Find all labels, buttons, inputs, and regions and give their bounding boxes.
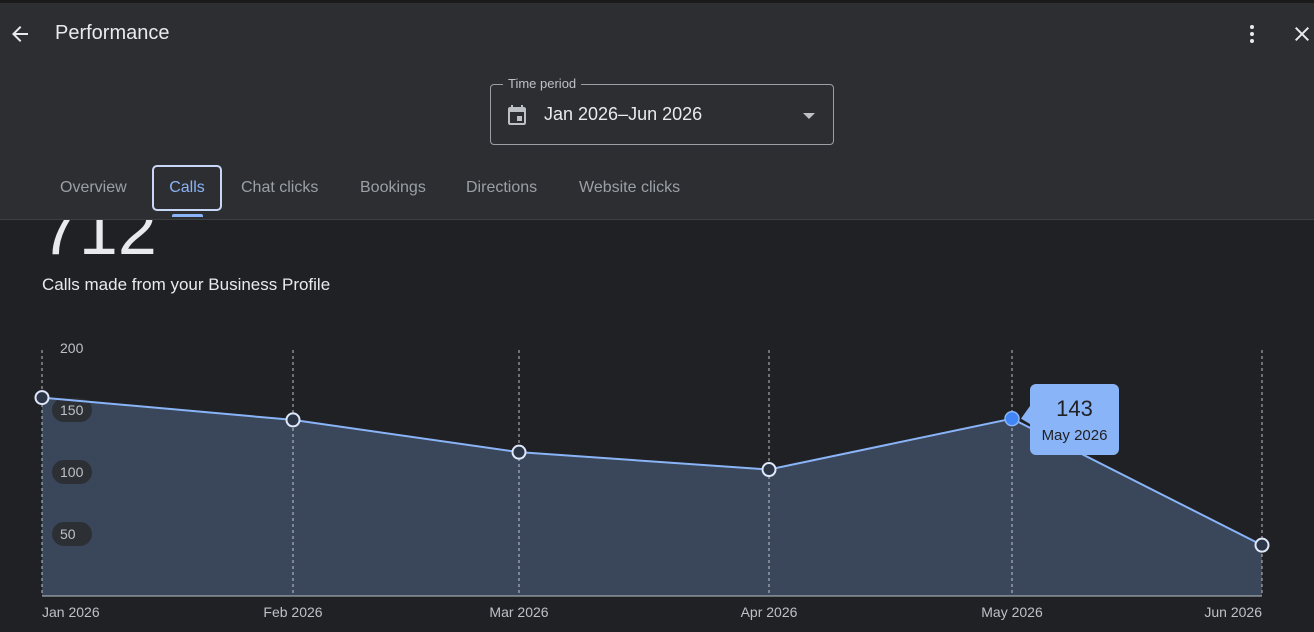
dropdown-arrow-icon bbox=[803, 113, 815, 119]
y-tick-label: 150 bbox=[60, 402, 84, 418]
data-point-mar-2026[interactable] bbox=[511, 444, 527, 460]
back-button[interactable] bbox=[2, 16, 38, 52]
page-title: Performance bbox=[55, 22, 170, 44]
active-tab-indicator bbox=[172, 214, 203, 217]
tab-bookings[interactable]: Bookings bbox=[360, 165, 426, 211]
more-vert-icon bbox=[1250, 25, 1254, 43]
time-period-select[interactable]: Time period Jan 2026–Jun 2026 bbox=[490, 76, 834, 145]
time-period-value: Jan 2026–Jun 2026 bbox=[544, 104, 703, 124]
data-point-feb-2026[interactable] bbox=[285, 412, 301, 428]
x-tick-label: Jan 2026 bbox=[42, 604, 100, 620]
y-tick-label: 200 bbox=[60, 340, 84, 356]
data-point-apr-2026[interactable] bbox=[761, 462, 777, 478]
tab-chat-clicks[interactable]: Chat clicks bbox=[241, 165, 318, 211]
tooltip-value: 143 bbox=[1056, 396, 1093, 421]
y-tick-label: 100 bbox=[60, 464, 84, 480]
metric-tabs: Overview Calls Chat clicks Bookings Dire… bbox=[0, 165, 1314, 217]
top-bar: Performance Time period Jan 2026–Jun 202… bbox=[0, 0, 1314, 220]
data-point-may-2026[interactable] bbox=[1004, 410, 1020, 427]
close-button[interactable] bbox=[1290, 16, 1314, 52]
time-period-label: Time period bbox=[503, 76, 582, 91]
x-tick-label: May 2026 bbox=[981, 604, 1043, 620]
data-point-jan-2026[interactable] bbox=[34, 390, 50, 406]
tab-website-clicks[interactable]: Website clicks bbox=[579, 165, 680, 211]
total-calls-description: Calls made from your Business Profile bbox=[42, 275, 331, 294]
tab-calls[interactable]: Calls bbox=[152, 165, 222, 211]
close-icon bbox=[1295, 27, 1309, 41]
calendar-icon bbox=[508, 105, 526, 125]
tooltip-pointer bbox=[1021, 406, 1030, 424]
x-tick-label: Jun 2026 bbox=[1204, 604, 1262, 620]
tooltip-label: May 2026 bbox=[1042, 427, 1108, 444]
calls-chart: 200 150 100 50 Jan 2026 Feb 2026 Mar 2026 Apr 2… bbox=[34, 340, 1270, 620]
x-tick-label: Mar 2026 bbox=[489, 604, 548, 620]
x-tick-label: Feb 2026 bbox=[263, 604, 322, 620]
arrow-back-icon bbox=[12, 26, 28, 42]
x-tick-label: Apr 2026 bbox=[741, 604, 798, 620]
tab-directions[interactable]: Directions bbox=[466, 165, 537, 211]
y-tick-label: 50 bbox=[60, 526, 76, 542]
tab-overview[interactable]: Overview bbox=[60, 165, 127, 211]
more-options-button[interactable] bbox=[1234, 16, 1270, 52]
window-edge bbox=[0, 0, 1314, 3]
data-point-jun-2026[interactable] bbox=[1254, 537, 1270, 553]
